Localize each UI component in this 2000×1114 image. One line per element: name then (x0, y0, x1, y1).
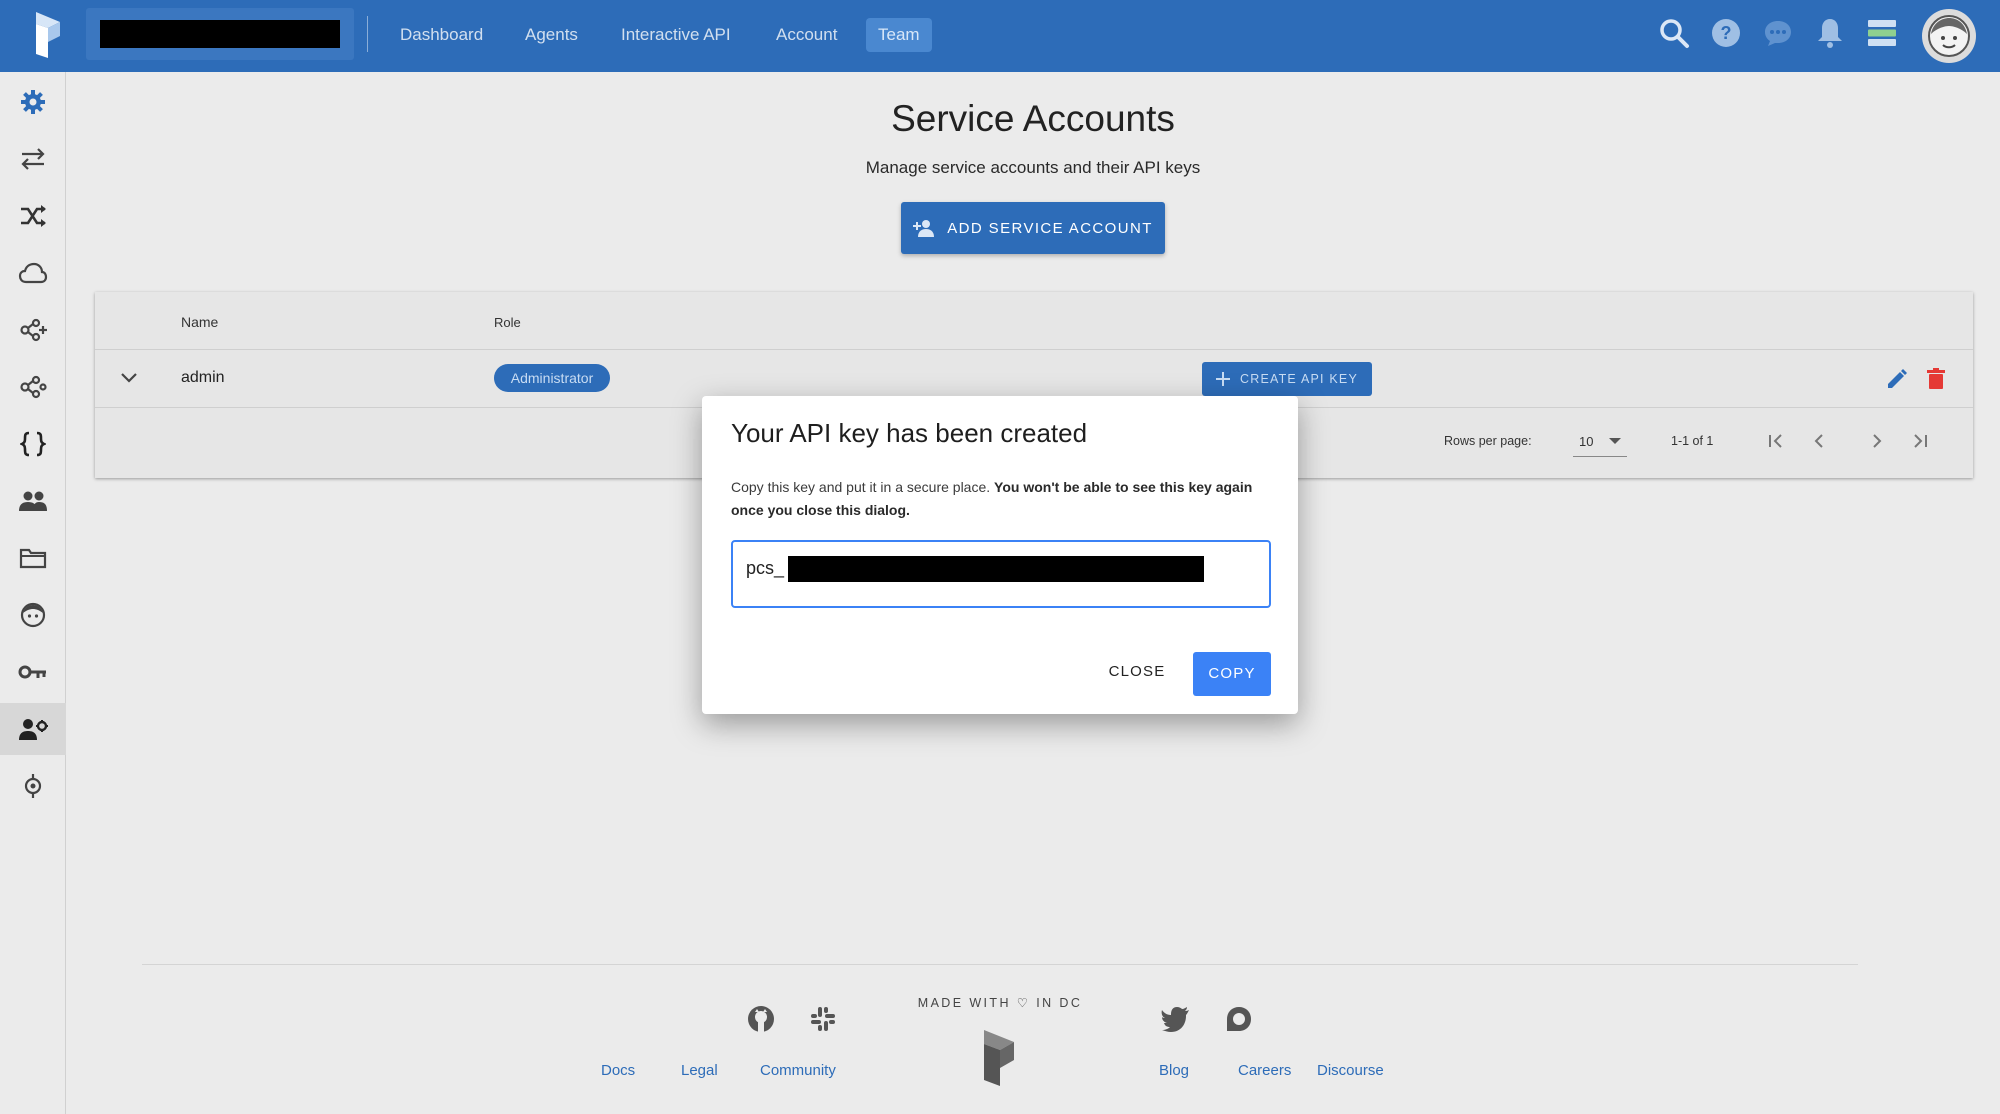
api-key-prefix: pcs_ (746, 558, 785, 578)
api-key-created-dialog: Your API key has been created Copy this … (702, 396, 1298, 714)
close-button[interactable]: CLOSE (1102, 652, 1172, 692)
dialog-title: Your API key has been created (731, 418, 1088, 448)
api-key-field[interactable]: pcs_ (731, 540, 1271, 608)
dialog-message: Copy this key and put it in a secure pla… (731, 476, 1267, 522)
dialog-message-text: Copy this key and put it in a secure pla… (731, 479, 995, 495)
redacted-api-key (788, 556, 1204, 582)
copy-button[interactable]: COPY (1193, 652, 1271, 696)
